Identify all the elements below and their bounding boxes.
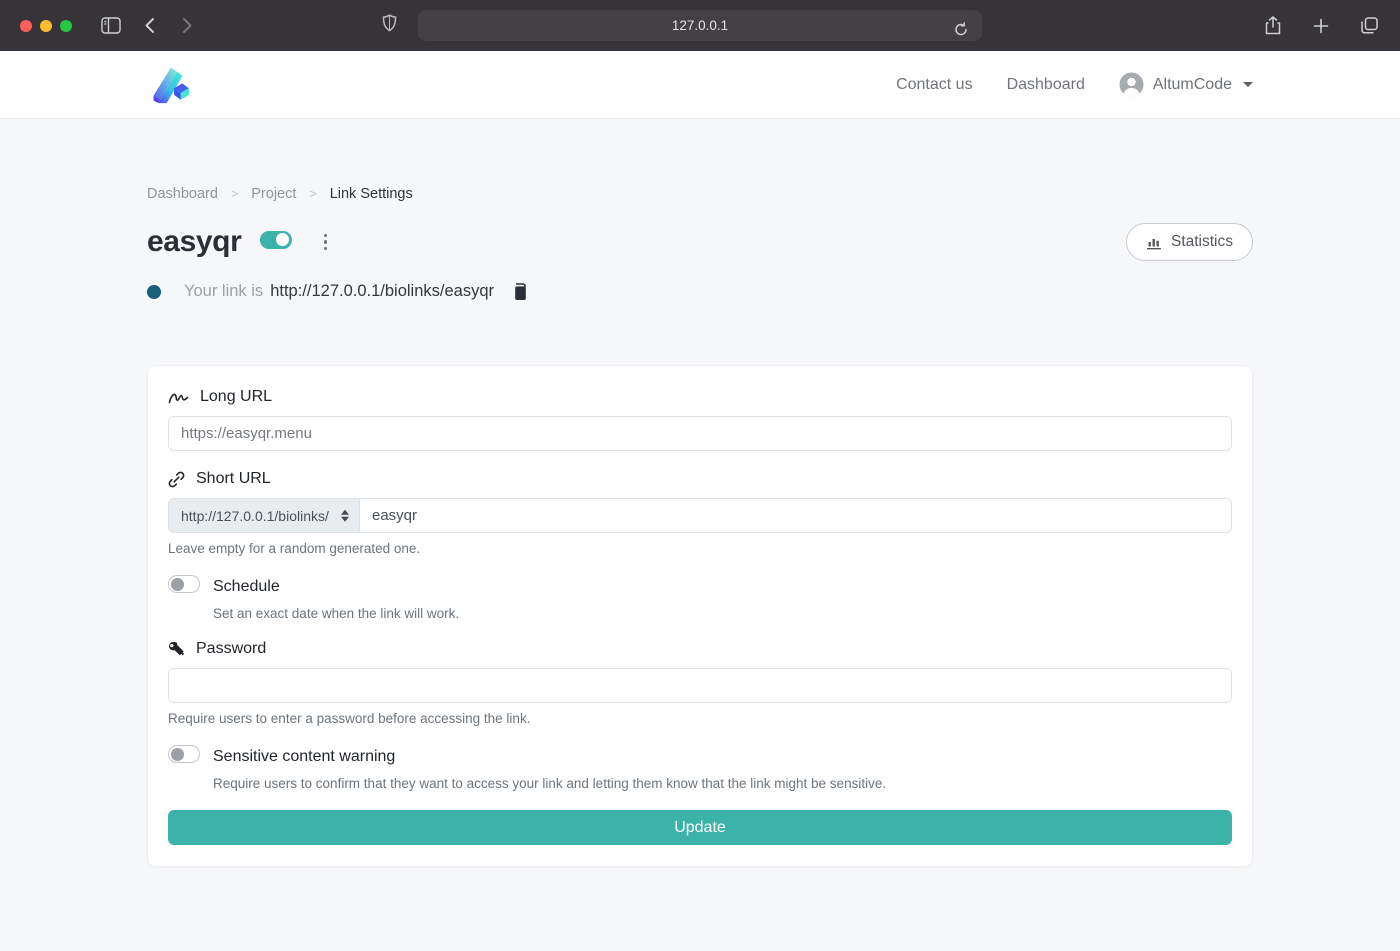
statistics-button[interactable]: Statistics	[1126, 223, 1253, 261]
domain-select-wrap: http://127.0.0.1/biolinks/	[168, 498, 360, 533]
schedule-group: Schedule Set an exact date when the link…	[168, 575, 1232, 621]
sensitive-helper: Require users to confirm that they want …	[213, 776, 1232, 791]
link-icon	[168, 471, 185, 488]
breadcrumb-separator: >	[231, 187, 238, 201]
password-label-row: Password	[168, 640, 1232, 658]
tabs-overview-icon[interactable]	[1354, 11, 1384, 41]
short-url-label-row: Short URL	[168, 470, 1232, 488]
link-prefix-text: Your link is	[184, 282, 263, 301]
site-navbar: Contact us Dashboard AltumCode	[0, 51, 1400, 119]
sensitive-toggle[interactable]	[168, 745, 200, 768]
short-url-input[interactable]	[360, 498, 1232, 533]
nav-dashboard[interactable]: Dashboard	[1007, 76, 1085, 94]
breadcrumb: Dashboard > Project > Link Settings	[147, 186, 1253, 202]
schedule-label: Schedule	[213, 578, 280, 596]
password-label: Password	[196, 640, 266, 658]
minimize-window-button[interactable]	[40, 20, 52, 32]
password-helper: Require users to enter a password before…	[168, 711, 1232, 726]
signature-icon	[168, 390, 189, 405]
address-bar[interactable]: 127.0.0.1	[418, 10, 982, 41]
short-url-helper: Leave empty for a random generated one.	[168, 541, 1232, 556]
long-url-label: Long URL	[200, 388, 272, 406]
link-enabled-toggle[interactable]	[260, 231, 292, 254]
long-url-label-row: Long URL	[168, 388, 1232, 406]
close-window-button[interactable]	[20, 20, 32, 32]
user-menu[interactable]: AltumCode	[1119, 72, 1253, 97]
bar-chart-icon	[1146, 235, 1162, 250]
chevron-down-icon	[1243, 82, 1253, 87]
copy-link-button[interactable]	[513, 283, 529, 301]
breadcrumb-link-settings: Link Settings	[330, 186, 413, 202]
sensitive-group: Sensitive content warning Require users …	[168, 745, 1232, 791]
short-link-url[interactable]: http://127.0.0.1/biolinks/easyqr	[270, 282, 494, 301]
short-url-group: Short URL http://127.0.0.1/biolinks/ Lea…	[168, 470, 1232, 556]
sidebar-toggle-icon[interactable]	[96, 11, 126, 41]
reload-icon[interactable]	[946, 14, 976, 44]
breadcrumb-dashboard[interactable]: Dashboard	[147, 186, 218, 202]
user-name: AltumCode	[1153, 76, 1232, 94]
breadcrumb-separator: >	[309, 187, 316, 201]
nav-contact-us[interactable]: Contact us	[896, 76, 972, 94]
update-button[interactable]: Update	[168, 810, 1232, 845]
sensitive-label: Sensitive content warning	[213, 748, 395, 766]
address-url: 127.0.0.1	[672, 18, 728, 33]
status-dot	[147, 285, 161, 299]
schedule-helper: Set an exact date when the link will wor…	[213, 606, 1232, 621]
domain-select[interactable]: http://127.0.0.1/biolinks/	[169, 499, 359, 532]
page-title: easyqr	[147, 225, 241, 259]
privacy-shield-icon[interactable]	[382, 14, 397, 32]
new-tab-icon[interactable]	[1306, 11, 1336, 41]
share-icon[interactable]	[1258, 11, 1288, 41]
copy-icon	[513, 283, 529, 301]
forward-icon[interactable]	[172, 11, 202, 41]
schedule-toggle[interactable]	[168, 575, 200, 598]
password-group: Password Require users to enter a passwo…	[168, 640, 1232, 726]
zoom-window-button[interactable]	[60, 20, 72, 32]
key-icon	[168, 641, 185, 658]
kebab-menu-icon[interactable]	[315, 232, 335, 252]
short-url-label: Short URL	[196, 470, 271, 488]
back-icon[interactable]	[134, 11, 164, 41]
browser-toolbar: 127.0.0.1	[0, 0, 1400, 51]
password-input[interactable]	[168, 668, 1232, 703]
window-controls	[20, 20, 72, 32]
breadcrumb-project[interactable]: Project	[251, 186, 296, 202]
avatar	[1119, 72, 1144, 97]
long-url-input[interactable]	[168, 416, 1232, 451]
link-settings-card: Long URL Short URL http://127.0.0.1/biol…	[147, 365, 1253, 867]
logo[interactable]	[147, 61, 193, 109]
long-url-group: Long URL	[168, 388, 1232, 451]
